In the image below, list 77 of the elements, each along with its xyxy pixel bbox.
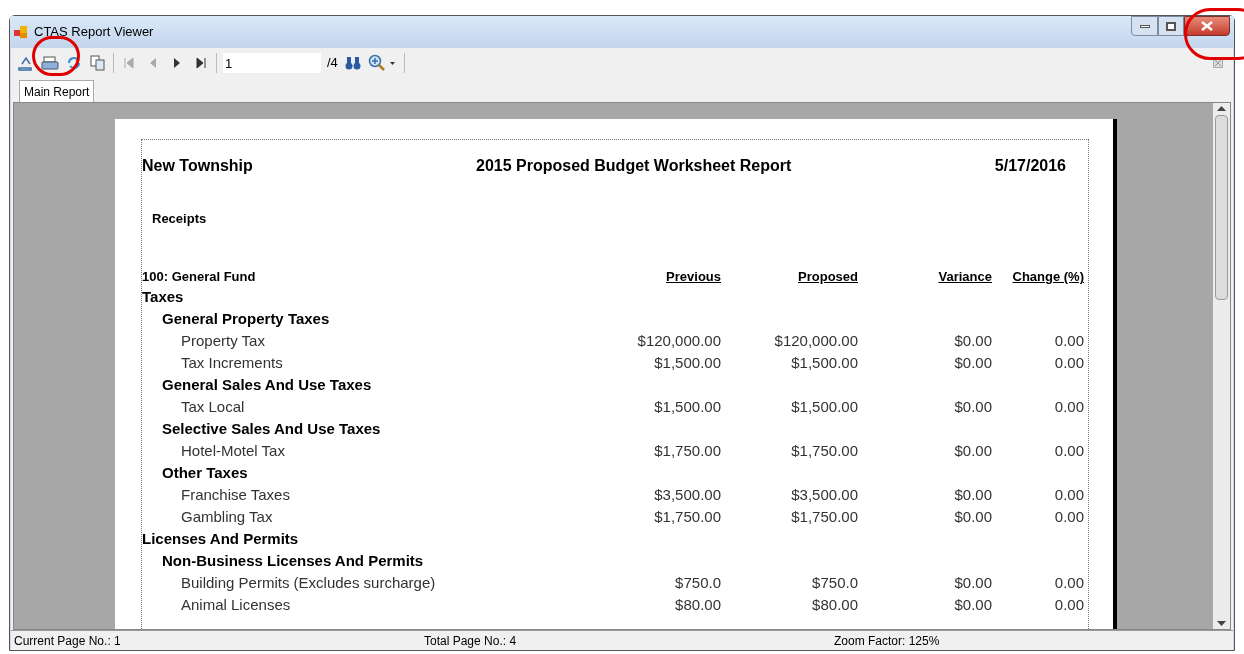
scroll-down-arrow-icon[interactable] bbox=[1217, 621, 1226, 627]
group-label: General Sales And Use Taxes bbox=[162, 374, 372, 395]
page-number-field[interactable]: 1 bbox=[223, 53, 321, 73]
table-cell-text: $3,500.00 bbox=[653, 484, 721, 505]
table-cell-text: 0.00 bbox=[1053, 396, 1084, 417]
table-cell-text: $1,500.00 bbox=[790, 352, 858, 373]
status-text: Current Page No.: 1 bbox=[13, 632, 122, 650]
window-title: CTAS Report Viewer bbox=[34, 23, 154, 42]
table-cell-text: $0.00 bbox=[953, 506, 992, 527]
table-cell-text: 0.00 bbox=[1053, 484, 1084, 505]
table-cell-text: 0.00 bbox=[1053, 594, 1084, 615]
table-cell-text: $1,500.00 bbox=[653, 352, 721, 373]
table-cell-text: 0.00 bbox=[1053, 440, 1084, 461]
table-cell-text: $0.00 bbox=[953, 352, 992, 373]
close-icon bbox=[1201, 21, 1213, 31]
table-cell-text: $0.00 bbox=[953, 396, 992, 417]
table-cell-text: 0.00 bbox=[1053, 572, 1084, 593]
scroll-up-arrow-icon[interactable] bbox=[1217, 105, 1226, 111]
zoom-icon[interactable] bbox=[367, 54, 398, 72]
scrollbar-thumb[interactable] bbox=[1215, 115, 1228, 300]
table-cell-text: $0.00 bbox=[953, 594, 992, 615]
close-button[interactable] bbox=[1184, 16, 1230, 36]
entity-name: New Township bbox=[142, 156, 254, 176]
group-label: Non-Business Licenses And Permits bbox=[162, 550, 424, 571]
column-header: Previous bbox=[666, 269, 721, 285]
status-text: Zoom Factor: 125% bbox=[833, 632, 941, 650]
table-cell-text: 0.00 bbox=[1053, 506, 1084, 527]
table-cell-text: $0.00 bbox=[953, 440, 992, 461]
maximize-button[interactable] bbox=[1158, 16, 1184, 36]
table-cell-text: $120,000.00 bbox=[773, 330, 858, 351]
table-cell-text: $750.0 bbox=[811, 572, 858, 593]
binoculars-icon[interactable] bbox=[343, 54, 362, 72]
print-icon[interactable] bbox=[41, 54, 59, 72]
table-cell-text: $0.00 bbox=[953, 484, 992, 505]
copy-icon[interactable] bbox=[89, 54, 107, 72]
line-item-label: Building Permits (Excludes surcharge) bbox=[180, 572, 437, 593]
line-item-label: Gambling Tax bbox=[180, 506, 274, 527]
group-label: Selective Sales And Use Taxes bbox=[162, 418, 381, 439]
line-item-label: Tax Increments bbox=[180, 352, 284, 373]
table-cell-text: $3,500.00 bbox=[790, 484, 858, 505]
category-label: Taxes bbox=[142, 286, 184, 307]
report-tab[interactable]: Main Report bbox=[19, 80, 95, 102]
line-item-label: Hotel-Motel Tax bbox=[180, 440, 286, 461]
table-cell-text: $1,750.00 bbox=[790, 506, 858, 527]
status-text: Total Page No.: 4 bbox=[423, 632, 518, 650]
minimize-button[interactable] bbox=[1131, 16, 1158, 36]
column-header: Variance bbox=[938, 269, 992, 285]
category-label: Licenses And Permits bbox=[142, 528, 299, 549]
table-cell-text: $750.0 bbox=[674, 572, 721, 593]
fund-label: 100: General Fund bbox=[142, 268, 257, 287]
line-item-label: Animal Licenses bbox=[180, 594, 292, 615]
close-pane-icon[interactable] bbox=[1213, 58, 1223, 68]
line-item-label: Tax Local bbox=[180, 396, 246, 417]
table-cell-text: $0.00 bbox=[953, 572, 992, 593]
table-cell-text: $120,000.00 bbox=[636, 330, 721, 351]
table-cell-text: $80.00 bbox=[811, 594, 858, 615]
table-cell-text: 0.00 bbox=[1053, 330, 1084, 351]
table-cell-text: 0.00 bbox=[1053, 352, 1084, 373]
column-header: Proposed bbox=[798, 269, 858, 285]
report-title: 2015 Proposed Budget Worksheet Report bbox=[476, 156, 792, 176]
group-label: Other Taxes bbox=[162, 462, 248, 483]
line-item-label: Franchise Taxes bbox=[180, 484, 291, 505]
table-cell-text: $1,500.00 bbox=[653, 396, 721, 417]
table-cell-text: $1,500.00 bbox=[790, 396, 858, 417]
app-icon bbox=[14, 25, 28, 39]
page-total: /4 bbox=[327, 54, 338, 73]
table-cell-text: $0.00 bbox=[953, 330, 992, 351]
table-cell-text: $1,750.00 bbox=[790, 440, 858, 461]
line-item-label: Property Tax bbox=[180, 330, 266, 351]
column-header: Change (%) bbox=[1012, 269, 1084, 285]
table-cell-text: $80.00 bbox=[674, 594, 721, 615]
report-date: 5/17/2016 bbox=[994, 156, 1066, 176]
table-cell-text: $1,750.00 bbox=[653, 506, 721, 527]
table-cell-text: $1,750.00 bbox=[653, 440, 721, 461]
section-label: Receipts bbox=[152, 211, 207, 226]
group-label: General Property Taxes bbox=[162, 308, 330, 329]
export-icon[interactable] bbox=[17, 54, 35, 72]
